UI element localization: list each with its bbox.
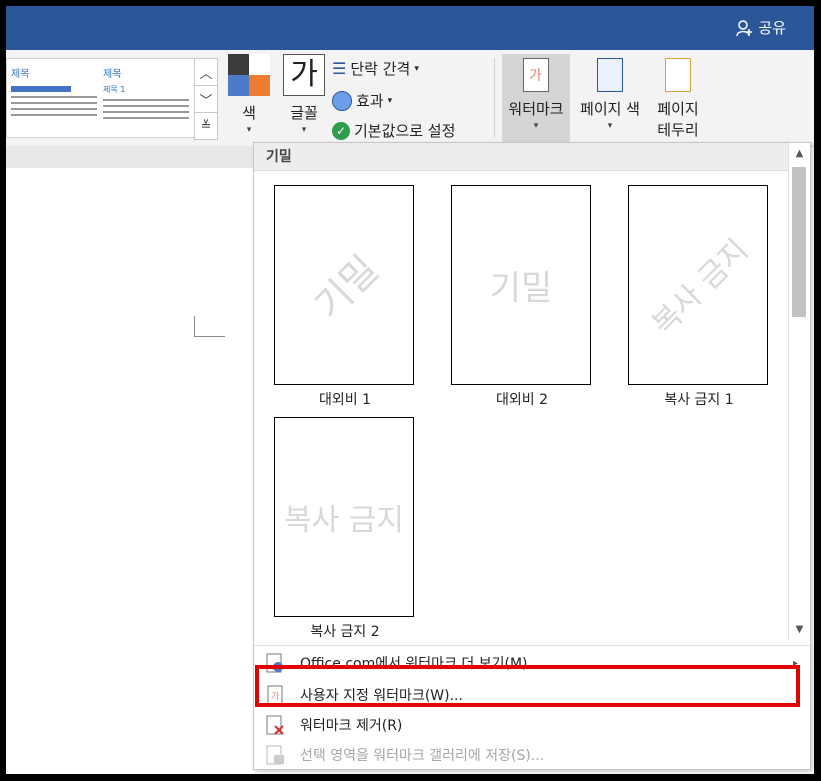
chevron-down-icon: ▾ (246, 125, 252, 135)
gallery-down-icon[interactable]: ﹀ (195, 86, 217, 113)
page-borders-label-1: 페이지 (657, 100, 699, 118)
watermark-label: 복사 금지 1 (664, 392, 734, 408)
gallery-scrollbar[interactable]: ▲ ▼ (788, 143, 810, 639)
chevron-down-icon: ▾ (533, 121, 539, 131)
watermark-preview-text: 기밀 (306, 247, 387, 328)
theme-title-2: 제목 (103, 69, 122, 80)
watermark-confidential-1[interactable]: 기밀 대외비 1 (274, 185, 416, 409)
fonts-button[interactable]: 가 글꼴 ▾ (278, 54, 330, 135)
theme-column-1: 제목 (11, 65, 97, 116)
remove-watermark-item[interactable]: 워터마크 제거(R) (254, 710, 810, 740)
theme-title-1: 제목 (11, 69, 30, 80)
watermark-preview: 복사 금지 (274, 417, 414, 617)
theme-column-2: 제목 제목 1 (103, 65, 189, 119)
watermark-icon: 가 (523, 58, 549, 92)
gallery-category-header: 기밀 (254, 143, 788, 171)
ruler (6, 146, 254, 169)
word-window: 공유 제목 제목 제목 1 ︿ ﹀ ≚ 색 ▾ 가 글꼴 ▾ ☰ 단락 간격 ▾… (6, 6, 814, 774)
page-borders-label-2: 테두리 (657, 121, 699, 139)
watermark-confidential-2[interactable]: 기밀 대외비 2 (451, 185, 593, 409)
page-border-icon (665, 58, 691, 92)
paint-bucket-icon (597, 58, 623, 92)
remove-watermark-label: 워터마크 제거(R) (300, 718, 403, 734)
watermark-label: 워터마크 (508, 100, 564, 118)
menu-separator (254, 645, 810, 646)
title-bar: 공유 (6, 6, 814, 50)
effects-label: 효과 (356, 92, 384, 110)
gallery-scroll[interactable]: ︿ ﹀ ≚ (194, 58, 218, 140)
document-format-gallery-item[interactable]: 제목 제목 제목 1 (6, 58, 196, 138)
page-borders-button[interactable]: 페이지 테두리 (646, 54, 710, 140)
set-default-button[interactable]: ✓ 기본값으로 설정 (332, 120, 455, 141)
colors-button[interactable]: 색 ▾ (224, 54, 274, 135)
margin-corner-mark (194, 316, 225, 337)
effects-button[interactable]: 효과 ▾ (332, 90, 392, 111)
chevron-down-icon: ▾ (387, 95, 393, 106)
page-color-button[interactable]: 페이지 색 ▾ (572, 54, 648, 131)
palette-icon (228, 54, 270, 96)
fonts-label: 글꼴 (290, 104, 318, 122)
watermark-preview: 복사 금지 (628, 185, 768, 385)
watermark-preview: 기밀 (451, 185, 591, 385)
theme-subtitle-2: 제목 1 (103, 85, 126, 94)
save-selection-label: 선택 영역을 워터마크 갤러리에 저장(S)... (300, 748, 545, 764)
watermark-label: 복사 금지 2 (310, 624, 380, 640)
paragraph-spacing-button[interactable]: ☰ 단락 간격 ▾ (332, 58, 419, 79)
paragraph-spacing-label: 단락 간격 (350, 60, 411, 78)
watermark-label: 대외비 2 (496, 392, 548, 408)
font-glyph-icon: 가 (283, 54, 325, 96)
watermark-label: 대외비 1 (319, 392, 371, 408)
watermark-preview-text: 기밀 (489, 268, 553, 309)
chevron-down-icon: ▾ (607, 121, 613, 131)
scroll-down-icon[interactable]: ▼ (789, 619, 810, 639)
gallery-more-icon[interactable]: ≚ (195, 113, 217, 139)
ribbon: 제목 제목 제목 1 ︿ ﹀ ≚ 색 ▾ 가 글꼴 ▾ ☰ 단락 간격 ▾ 효과… (6, 50, 814, 147)
remove-watermark-icon (264, 714, 286, 736)
highlight-box (255, 665, 800, 707)
share-button[interactable]: 공유 (736, 17, 786, 38)
save-to-gallery-icon (264, 744, 286, 766)
ribbon-separator (494, 58, 495, 138)
watermark-do-not-copy-1[interactable]: 복사 금지 복사 금지 1 (628, 185, 770, 409)
page-color-label: 페이지 색 (580, 100, 640, 118)
watermark-preview: 기밀 (274, 185, 414, 385)
document-canvas[interactable] (6, 168, 254, 774)
chevron-down-icon: ▾ (414, 63, 419, 74)
checkmark-icon: ✓ (332, 121, 350, 140)
scroll-up-icon[interactable]: ▲ (789, 143, 810, 163)
colors-label: 색 (242, 104, 256, 122)
watermark-do-not-copy-2[interactable]: 복사 금지 복사 금지 2 (274, 417, 416, 641)
save-selection-to-gallery-item: 선택 영역을 워터마크 갤러리에 저장(S)... (254, 740, 810, 770)
watermark-preview-text: 복사 금지 (645, 232, 756, 343)
share-label: 공유 (758, 19, 786, 37)
effects-icon (332, 90, 352, 111)
watermark-preview-text: 복사 금지 (284, 503, 404, 538)
watermark-button[interactable]: 가 워터마크 ▾ (502, 54, 570, 146)
gallery-up-icon[interactable]: ︿ (195, 59, 217, 86)
person-add-icon (736, 19, 753, 36)
scroll-thumb[interactable] (792, 167, 806, 317)
chevron-down-icon: ▾ (301, 125, 307, 135)
set-default-label: 기본값으로 설정 (354, 122, 456, 140)
paragraph-spacing-icon: ☰ (332, 59, 347, 78)
